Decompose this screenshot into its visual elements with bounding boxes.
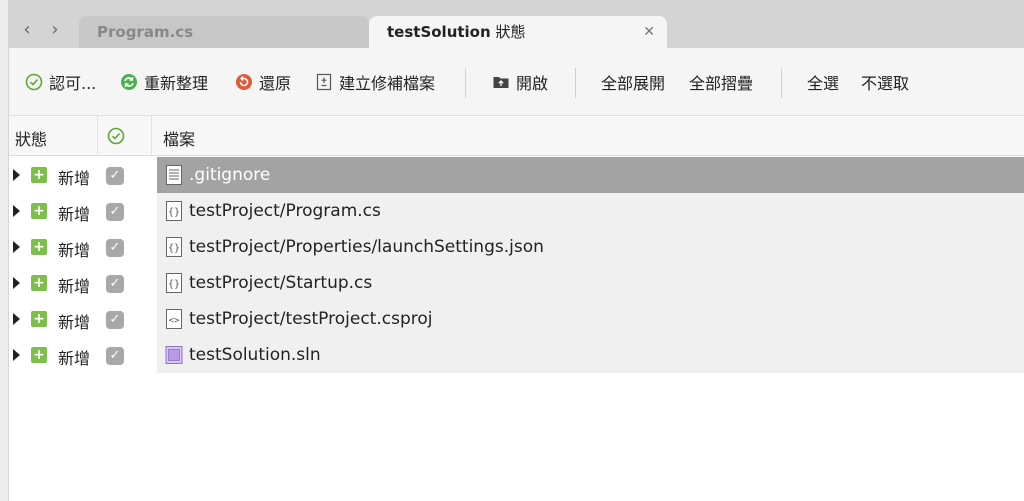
row-checkbox[interactable]: ✓ bbox=[106, 347, 124, 365]
table-row[interactable]: + 新增 ✓ .gitignore bbox=[9, 157, 1024, 193]
refresh-label: 重新整理 bbox=[144, 74, 209, 93]
deselect-label: 不選取 bbox=[861, 74, 910, 93]
code-file-icon: {} bbox=[166, 237, 182, 257]
column-divider[interactable] bbox=[97, 116, 98, 156]
add-status-icon: + bbox=[31, 203, 47, 219]
file-list: + 新增 ✓ .gitignore + 新增 ✓ {} testProject/… bbox=[9, 157, 1024, 373]
refresh-icon bbox=[121, 74, 137, 90]
status-column-header[interactable]: 狀態 bbox=[15, 126, 47, 150]
back-icon[interactable]: ‹ bbox=[17, 20, 37, 40]
check-circle-icon[interactable] bbox=[107, 127, 125, 145]
expand-arrow-icon[interactable] bbox=[13, 205, 20, 217]
row-checkbox[interactable]: ✓ bbox=[106, 239, 124, 257]
expand-all-label: 全部展開 bbox=[601, 74, 666, 93]
svg-text:{}: {} bbox=[168, 243, 180, 254]
refresh-button[interactable]: 重新整理 bbox=[120, 70, 208, 94]
table-row[interactable]: + 新增 ✓ {} testProject/Program.cs bbox=[9, 193, 1024, 229]
open-button[interactable]: 開啟 bbox=[492, 70, 548, 94]
status-text: 新增 bbox=[58, 313, 91, 332]
deselect-button[interactable]: 不選取 bbox=[861, 70, 909, 94]
file-cell[interactable]: <> testProject/testProject.csproj bbox=[157, 301, 1024, 337]
row-checkbox[interactable]: ✓ bbox=[106, 167, 124, 185]
toolbar-divider bbox=[575, 68, 576, 98]
forward-icon[interactable]: › bbox=[45, 20, 65, 40]
file-cell[interactable]: testSolution.sln bbox=[157, 337, 1024, 373]
expand-arrow-icon[interactable] bbox=[13, 349, 20, 361]
file-cell[interactable]: {} testProject/Startup.cs bbox=[157, 265, 1024, 301]
expand-all-button[interactable]: 全部展開 bbox=[601, 70, 665, 94]
solution-file-icon bbox=[165, 346, 183, 364]
status-text: 新增 bbox=[58, 241, 91, 260]
select-all-button[interactable]: 全選 bbox=[807, 70, 839, 94]
patch-file-icon bbox=[316, 73, 332, 91]
file-cell[interactable]: .gitignore bbox=[157, 157, 1024, 193]
toolbar: 認可... 重新整理 還原 建立修補檔案 開啟 全部展開 全部摺疊 全選 不選取 bbox=[9, 48, 1024, 116]
expand-arrow-icon[interactable] bbox=[13, 169, 20, 181]
file-name: testSolution.sln bbox=[189, 345, 321, 365]
status-text: 新增 bbox=[58, 205, 91, 224]
file-name: testProject/Properties/launchSettings.js… bbox=[189, 237, 544, 257]
revert-icon bbox=[236, 74, 252, 90]
tab-test-solution-status[interactable]: testSolution 狀態 ✕ bbox=[369, 16, 667, 48]
column-divider[interactable] bbox=[151, 116, 152, 156]
folder-icon bbox=[493, 77, 509, 88]
tab-program-cs[interactable]: Program.cs bbox=[79, 16, 369, 48]
row-checkbox[interactable]: ✓ bbox=[106, 203, 124, 221]
code-file-icon: {} bbox=[166, 273, 182, 293]
tab-label-suffix: 狀態 bbox=[495, 23, 526, 41]
svg-text:{}: {} bbox=[168, 207, 180, 218]
file-cell[interactable]: {} testProject/Properties/launchSettings… bbox=[157, 229, 1024, 265]
file-name: testProject/testProject.csproj bbox=[189, 309, 433, 329]
collapse-all-label: 全部摺疊 bbox=[689, 74, 754, 93]
tab-bar: ‹ › Program.cs testSolution 狀態 ✕ bbox=[9, 0, 1024, 48]
row-checkbox[interactable]: ✓ bbox=[106, 311, 124, 329]
expand-arrow-icon[interactable] bbox=[13, 277, 20, 289]
patch-label: 建立修補檔案 bbox=[339, 74, 436, 93]
revert-label: 還原 bbox=[259, 74, 292, 93]
tab-label: testSolution bbox=[387, 23, 491, 41]
code-file-icon: {} bbox=[166, 201, 182, 221]
open-label: 開啟 bbox=[516, 74, 549, 93]
create-patch-button[interactable]: 建立修補檔案 bbox=[315, 70, 435, 94]
status-text: 新增 bbox=[58, 277, 91, 296]
add-status-icon: + bbox=[31, 275, 47, 291]
approve-button[interactable]: 認可... bbox=[25, 70, 96, 94]
tab-label: Program.cs bbox=[97, 23, 194, 41]
collapse-all-button[interactable]: 全部摺疊 bbox=[689, 70, 753, 94]
table-row[interactable]: + 新增 ✓ testSolution.sln bbox=[9, 337, 1024, 373]
table-row[interactable]: + 新增 ✓ <> testProject/testProject.csproj bbox=[9, 301, 1024, 337]
file-cell[interactable]: {} testProject/Program.cs bbox=[157, 193, 1024, 229]
add-status-icon: + bbox=[31, 167, 47, 183]
row-checkbox[interactable]: ✓ bbox=[106, 275, 124, 293]
revert-button[interactable]: 還原 bbox=[235, 70, 291, 94]
expand-arrow-icon[interactable] bbox=[13, 241, 20, 253]
status-text: 新增 bbox=[58, 169, 91, 188]
toolbar-divider bbox=[781, 68, 782, 98]
file-name: testProject/Startup.cs bbox=[189, 273, 373, 293]
file-column-header[interactable]: 檔案 bbox=[163, 126, 195, 150]
approve-label: 認可... bbox=[49, 74, 97, 93]
file-name: .gitignore bbox=[189, 165, 271, 185]
check-circle-icon bbox=[25, 73, 43, 91]
toolbar-divider bbox=[465, 68, 466, 98]
select-all-label: 全選 bbox=[807, 74, 840, 93]
text-file-icon bbox=[166, 165, 182, 185]
status-text: 新增 bbox=[58, 349, 91, 368]
expand-arrow-icon[interactable] bbox=[13, 313, 20, 325]
add-status-icon: + bbox=[31, 347, 47, 363]
add-status-icon: + bbox=[31, 239, 47, 255]
close-icon[interactable]: ✕ bbox=[643, 16, 655, 48]
xml-file-icon: <> bbox=[166, 309, 182, 329]
table-row[interactable]: + 新增 ✓ {} testProject/Startup.cs bbox=[9, 265, 1024, 301]
add-status-icon: + bbox=[31, 311, 47, 327]
table-row[interactable]: + 新增 ✓ {} testProject/Properties/launchS… bbox=[9, 229, 1024, 265]
file-name: testProject/Program.cs bbox=[189, 201, 381, 221]
svg-text:{}: {} bbox=[168, 279, 180, 290]
left-edge bbox=[0, 0, 9, 501]
column-header: 狀態 檔案 bbox=[9, 116, 1024, 156]
svg-text:<>: <> bbox=[169, 316, 180, 326]
